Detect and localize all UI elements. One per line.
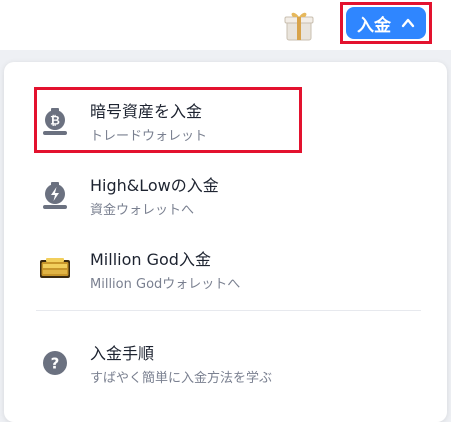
menu-item-highlow-deposit[interactable]: High&Lowの入金 資金ウォレットへ bbox=[4, 164, 447, 228]
million-god-logo-icon bbox=[40, 258, 70, 278]
help-icon: ? bbox=[43, 351, 67, 375]
deposit-button-label: 入金 bbox=[357, 15, 391, 36]
lightning-deposit-icon bbox=[43, 182, 67, 209]
menu-item-subtitle: すばやく簡単に入金方法を学ぶ bbox=[90, 371, 273, 386]
svg-text:₿: ₿ bbox=[50, 114, 60, 128]
svg-text:?: ? bbox=[51, 355, 60, 373]
deposit-dropdown-menu: ₿ 暗号資産を入金 トレードウォレット High&Lowの入金 資金ウォレットへ… bbox=[4, 62, 447, 422]
top-bar: 入金 bbox=[0, 0, 451, 50]
menu-item-subtitle: Million Godウォレットへ bbox=[90, 277, 241, 292]
menu-item-million-god-deposit[interactable]: Million God入金 Million Godウォレットへ bbox=[4, 238, 447, 302]
deposit-button[interactable]: 入金 bbox=[346, 7, 426, 39]
menu-item-subtitle: トレードウォレット bbox=[90, 129, 208, 144]
menu-item-title: Million God入金 bbox=[90, 250, 211, 269]
menu-item-crypto-deposit[interactable]: ₿ 暗号資産を入金 トレードウォレット bbox=[4, 90, 447, 154]
menu-item-title: High&Lowの入金 bbox=[90, 176, 219, 195]
menu-item-title: 暗号資産を入金 bbox=[90, 102, 203, 121]
chevron-up-icon bbox=[401, 18, 415, 28]
menu-item-deposit-guide[interactable]: ? 入金手順 すばやく簡単に入金方法を学ぶ bbox=[4, 332, 447, 396]
menu-item-title: 入金手順 bbox=[90, 344, 155, 363]
menu-item-subtitle: 資金ウォレットへ bbox=[90, 203, 195, 218]
bitcoin-deposit-icon: ₿ bbox=[43, 108, 67, 135]
gift-icon[interactable] bbox=[284, 8, 314, 42]
menu-divider bbox=[36, 310, 421, 311]
